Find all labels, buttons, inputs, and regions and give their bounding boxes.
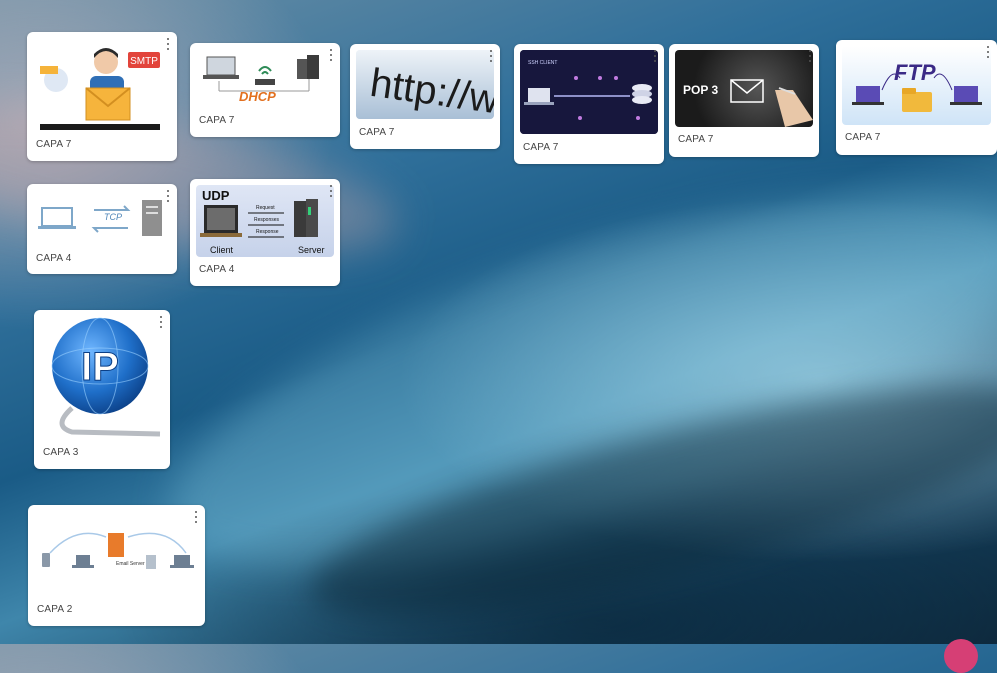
email-server-thumbnail: Email Server xyxy=(36,519,198,589)
card-email-server[interactable]: Email Server CAPA 2 xyxy=(28,505,205,626)
email-server-text: Email Server xyxy=(116,561,145,567)
card-tcp[interactable]: TCP CAPA 4 xyxy=(27,184,177,274)
add-button[interactable] xyxy=(944,639,978,673)
udp-responses-text: Responses xyxy=(254,217,280,223)
card-smtp[interactable]: SMTP CAPA 7 xyxy=(27,32,177,161)
udp-server-text: Server xyxy=(298,245,325,255)
ip-logo-text: IP xyxy=(81,345,119,389)
card-label: CAPA 3 xyxy=(43,447,79,458)
udp-title-text: UDP xyxy=(202,188,230,203)
http-thumbnail: http://ww xyxy=(356,50,494,119)
smtp-badge-text: SMTP xyxy=(130,56,158,67)
udp-request-text: Request xyxy=(256,205,275,211)
card-ftp[interactable]: FTP CAPA 7 xyxy=(836,40,997,155)
card-ssh[interactable]: SSH CLIENT CAPA 7 xyxy=(514,44,664,164)
card-menu-icon[interactable] xyxy=(328,49,334,61)
udp-client-text: Client xyxy=(210,245,234,255)
background-swoosh xyxy=(294,340,997,660)
udp-thumbnail: UDP Client Request Responses Response Se… xyxy=(196,185,334,257)
card-label: CAPA 7 xyxy=(845,132,881,143)
card-ip[interactable]: IP CAPA 3 xyxy=(34,310,170,469)
card-label: CAPA 2 xyxy=(37,604,73,615)
card-label: CAPA 7 xyxy=(678,134,714,145)
card-label: CAPA 4 xyxy=(199,264,235,275)
card-menu-icon[interactable] xyxy=(652,50,658,62)
card-menu-icon[interactable] xyxy=(985,46,991,58)
ftp-thumbnail: FTP xyxy=(842,46,991,125)
card-menu-icon[interactable] xyxy=(158,316,164,328)
udp-response-text: Response xyxy=(256,229,279,235)
ssh-client-text: SSH CLIENT xyxy=(528,60,557,66)
card-menu-icon[interactable] xyxy=(165,38,171,50)
smtp-thumbnail: SMTP xyxy=(36,40,164,134)
dhcp-logo-text: DHCP xyxy=(239,89,276,104)
pop3-label-text: POP 3 xyxy=(683,83,718,97)
card-udp[interactable]: UDP Client Request Responses Response Se… xyxy=(190,179,340,286)
tcp-label-text: TCP xyxy=(104,212,122,222)
card-menu-icon[interactable] xyxy=(193,511,199,523)
card-menu-icon[interactable] xyxy=(488,50,494,62)
card-pop3[interactable]: POP 3 CAPA 7 xyxy=(669,44,819,157)
ssh-thumbnail: SSH CLIENT xyxy=(520,50,658,134)
dhcp-thumbnail: DHCP xyxy=(199,51,327,107)
card-label: CAPA 7 xyxy=(523,142,559,153)
ftp-logo-text: FTP xyxy=(894,60,936,85)
card-label: CAPA 7 xyxy=(359,127,395,138)
card-label: CAPA 4 xyxy=(36,253,72,264)
card-http[interactable]: http://ww CAPA 7 xyxy=(350,44,500,149)
card-label: CAPA 7 xyxy=(199,115,235,126)
card-menu-icon[interactable] xyxy=(807,50,813,62)
card-menu-icon[interactable] xyxy=(328,185,334,197)
card-dhcp[interactable]: DHCP CAPA 7 xyxy=(190,43,340,137)
tcp-thumbnail: TCP xyxy=(36,192,164,246)
card-menu-icon[interactable] xyxy=(165,190,171,202)
card-label: CAPA 7 xyxy=(36,139,72,150)
pop3-thumbnail: POP 3 xyxy=(675,50,813,127)
ip-thumbnail: IP xyxy=(42,316,162,442)
